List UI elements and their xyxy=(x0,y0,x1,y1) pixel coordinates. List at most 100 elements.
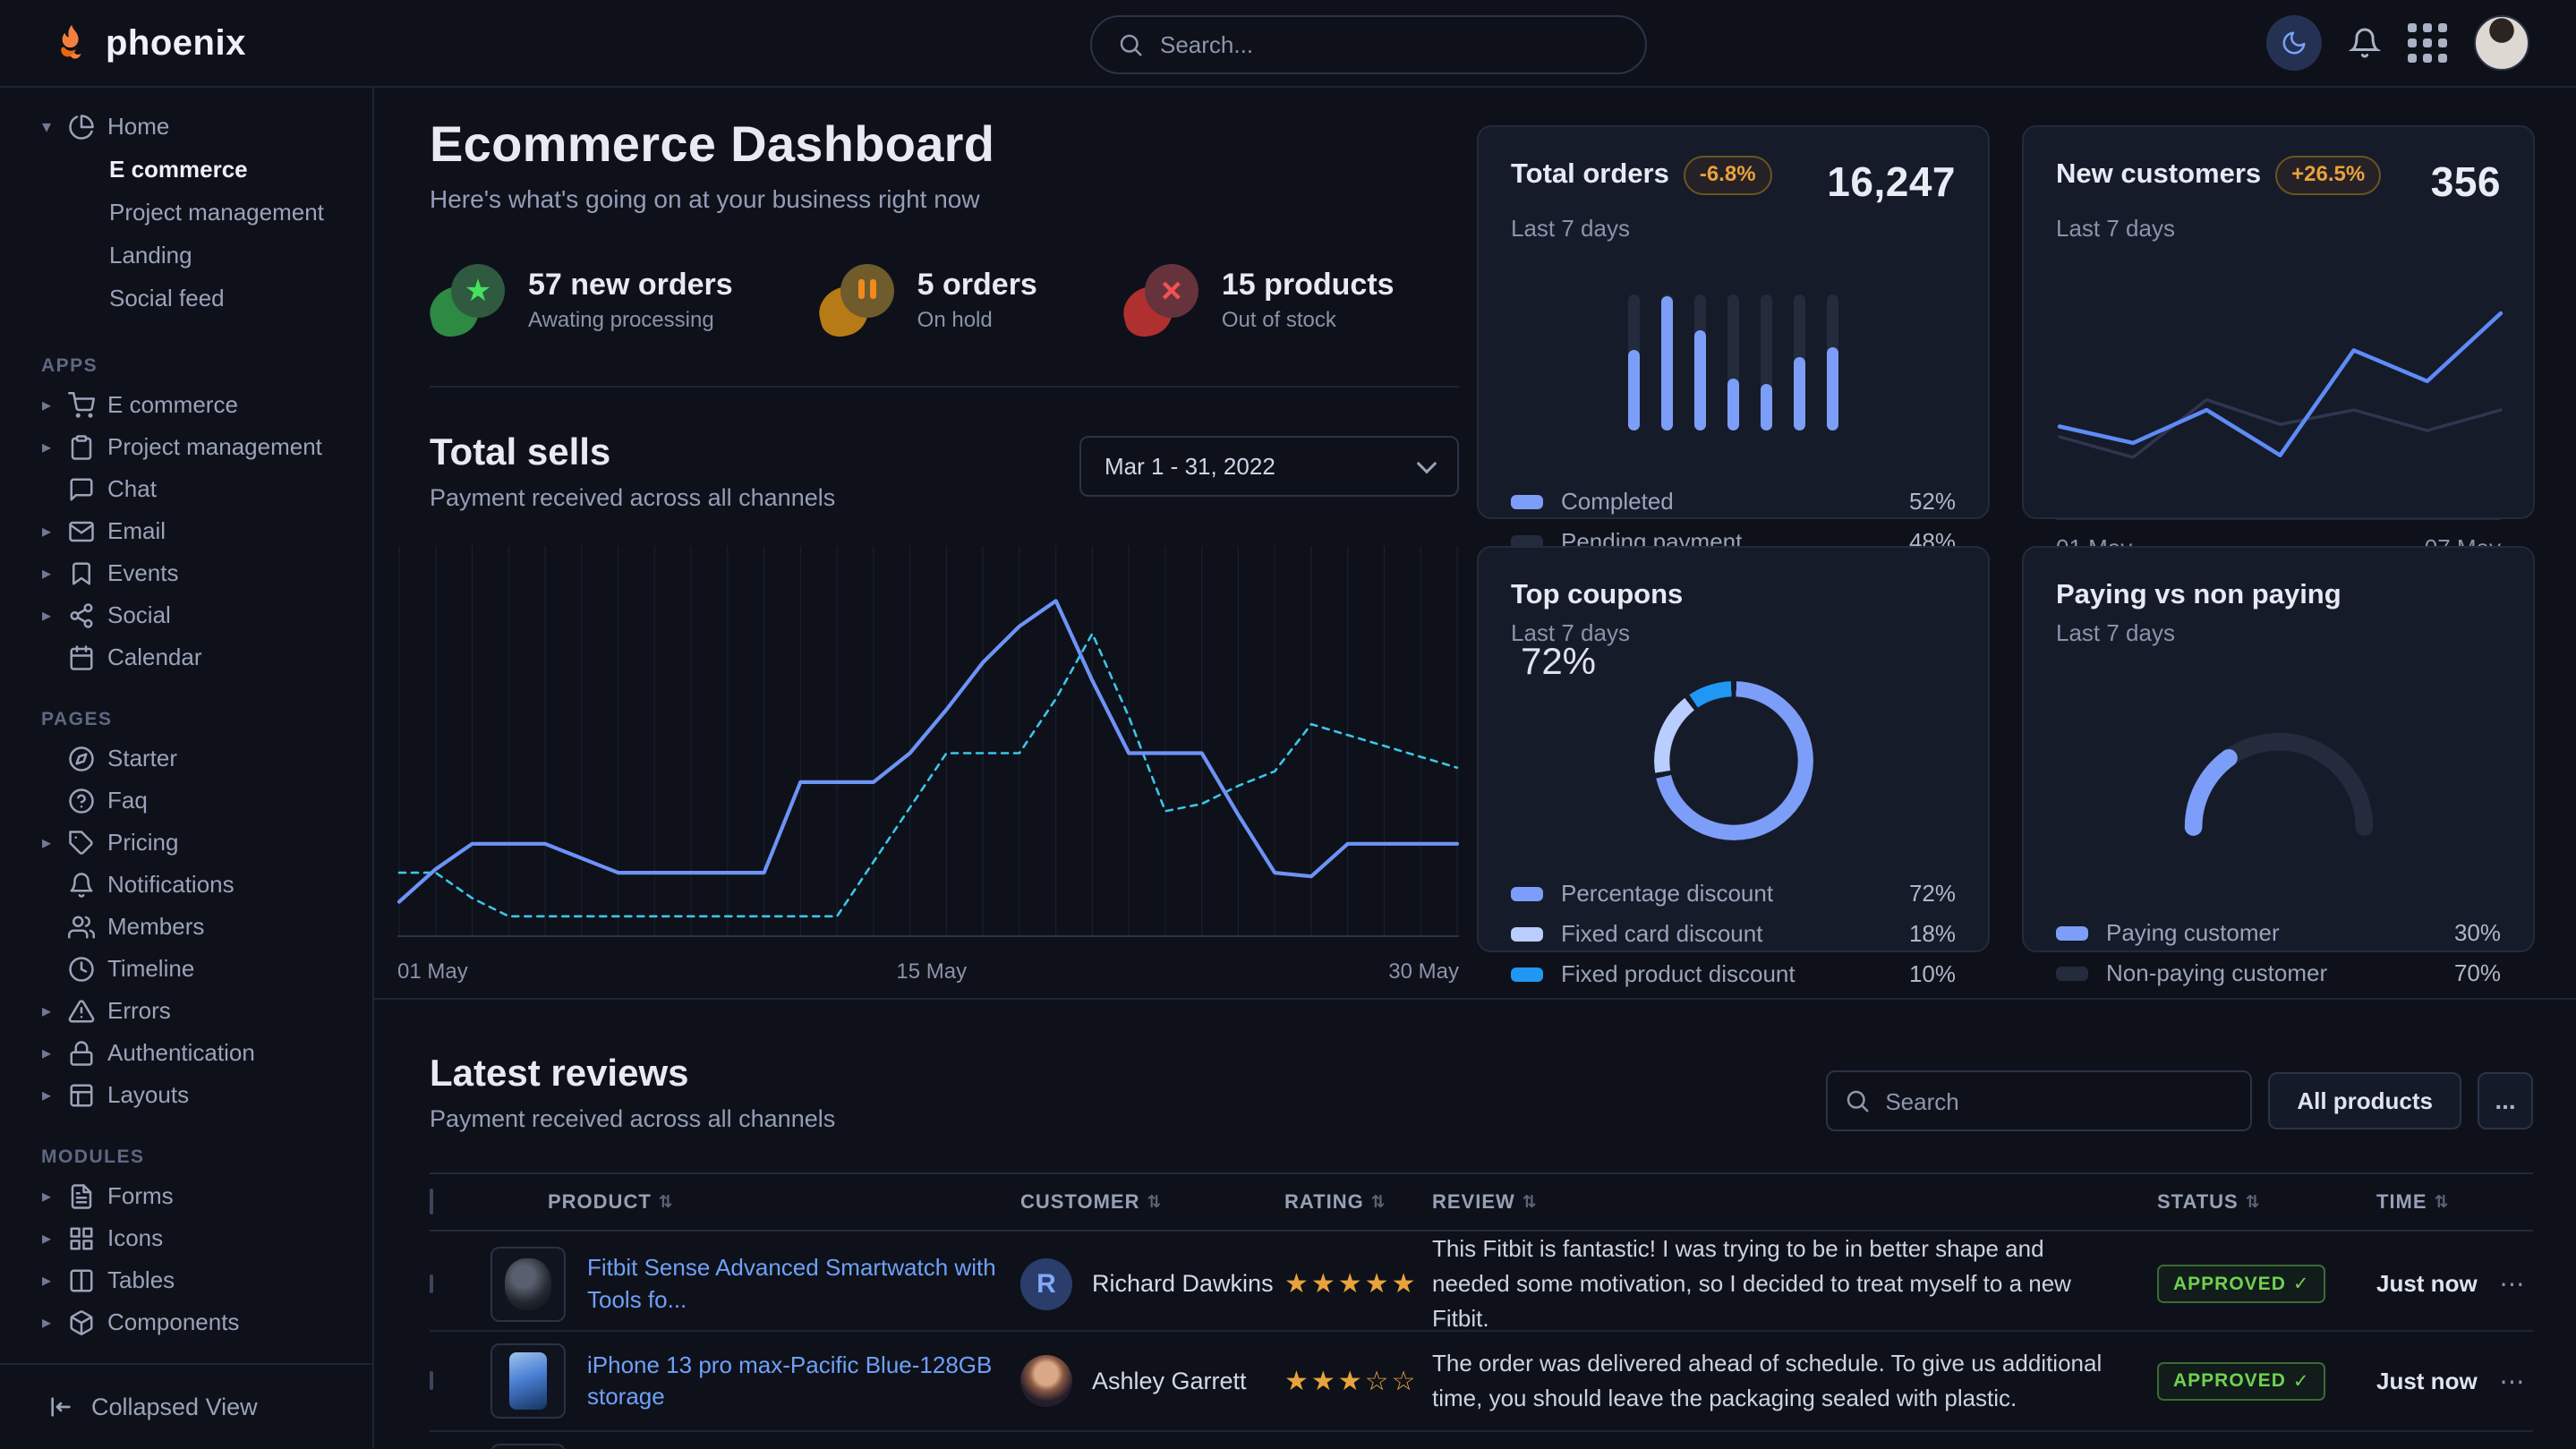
card-title: Total orders xyxy=(1511,158,1669,190)
all-products-button[interactable]: All products xyxy=(2268,1072,2461,1129)
product-thumbnail[interactable] xyxy=(490,1247,566,1322)
sidebar-item-email[interactable]: ▸ Email xyxy=(0,510,372,552)
sidebar-section-pages: PAGES xyxy=(0,702,372,737)
column-header-status[interactable]: STATUS⇅ xyxy=(2157,1190,2376,1214)
sidebar-item-errors[interactable]: ▸ Errors xyxy=(0,990,372,1032)
sidebar-item-social-feed[interactable]: Social feed xyxy=(0,277,372,320)
sidebar-item-label: Icons xyxy=(107,1224,163,1252)
reviews-controls: All products ... xyxy=(1826,1070,2533,1131)
warning-blob-icon xyxy=(819,264,894,336)
caret-right-icon: ▸ xyxy=(38,1269,55,1291)
theme-toggle-button[interactable] xyxy=(2266,15,2322,71)
sidebar-item-authentication[interactable]: ▸ Authentication xyxy=(0,1032,372,1074)
sidebar-item-project-management[interactable]: ▸ Project management xyxy=(0,426,372,468)
sidebar-item-landing[interactable]: Landing xyxy=(0,234,372,277)
caret-right-icon: ▸ xyxy=(38,831,55,854)
date-range-select[interactable]: Mar 1 - 31, 2022 xyxy=(1079,436,1459,497)
row-menu-button[interactable]: ⋯ xyxy=(2491,1367,2533,1396)
sidebar-item-e-commerce[interactable]: ▸ E commerce xyxy=(0,384,372,426)
product-link[interactable]: iPhone 13 pro max-Pacific Blue-128GB sto… xyxy=(587,1350,1020,1412)
order-bar xyxy=(1794,294,1805,430)
reviews-subtitle: Payment received across all channels xyxy=(430,1105,835,1133)
sidebar-item-label: Timeline xyxy=(107,955,194,983)
column-header-time[interactable]: TIME⇅ xyxy=(2376,1190,2491,1214)
reviews-search[interactable] xyxy=(1826,1070,2252,1131)
sidebar: ▾ HomeE commerceProject managementLandin… xyxy=(0,86,374,1449)
sidebar-item-label: Authentication xyxy=(107,1039,255,1067)
share-icon xyxy=(68,602,95,629)
user-avatar[interactable] xyxy=(2474,15,2529,71)
column-header-review[interactable]: REVIEW⇅ xyxy=(1432,1190,2157,1214)
topbar-search[interactable] xyxy=(1090,15,1647,74)
page-title: Ecommerce Dashboard xyxy=(430,115,1459,173)
legend-value: 52% xyxy=(1909,488,1956,516)
change-badge: -6.8% xyxy=(1684,156,1772,195)
sidebar-item-chat[interactable]: Chat xyxy=(0,468,372,510)
column-header-rating[interactable]: RATING⇅ xyxy=(1284,1190,1432,1214)
stat-value: 57 new orders xyxy=(528,268,733,303)
sidebar-item-layouts[interactable]: ▸ Layouts xyxy=(0,1074,372,1116)
sidebar-item-label: Members xyxy=(107,913,204,941)
topbar-search-input[interactable] xyxy=(1158,30,1620,60)
legend-value: 72% xyxy=(1909,880,1956,908)
sidebar-collapse-toggle[interactable]: Collapsed View xyxy=(0,1363,372,1449)
total-sells-header: Total sells Payment received across all … xyxy=(430,430,1459,512)
product-thumbnail[interactable] xyxy=(490,1343,566,1419)
table-row: iPhone 13 pro max-Pacific Blue-128GB sto… xyxy=(430,1332,2533,1432)
rating-stars: ★★★★★ xyxy=(1284,1268,1432,1300)
sidebar-item-tables[interactable]: ▸ Tables xyxy=(0,1259,372,1301)
donut-center-label: 72% xyxy=(1479,582,1638,741)
row-checkbox[interactable] xyxy=(430,1274,433,1293)
legend-label: Paying customer xyxy=(2106,919,2280,947)
lock-icon xyxy=(68,1040,95,1067)
sidebar-item-timeline[interactable]: Timeline xyxy=(0,948,372,990)
sidebar-item-faq[interactable]: Faq xyxy=(0,780,372,822)
sidebar-item-forms[interactable]: ▸ Forms xyxy=(0,1175,372,1217)
sidebar-item-pricing[interactable]: ▸ Pricing xyxy=(0,822,372,864)
sidebar-item-label: Home xyxy=(107,113,169,141)
tag-icon xyxy=(68,830,95,857)
sidebar-item-project-management[interactable]: Project management xyxy=(0,191,372,234)
caret-right-icon: ▸ xyxy=(38,1000,55,1022)
legend-value: 30% xyxy=(2454,919,2501,947)
sidebar-item-members[interactable]: Members xyxy=(0,906,372,948)
notifications-button[interactable] xyxy=(2349,27,2381,59)
sidebar-item-icons[interactable]: ▸ Icons xyxy=(0,1217,372,1259)
layout-icon xyxy=(68,1082,95,1109)
column-header-customer[interactable]: CUSTOMER⇅ xyxy=(1020,1190,1284,1214)
apps-menu-button[interactable] xyxy=(2408,23,2447,63)
legend-value: 70% xyxy=(2454,959,2501,987)
sidebar-item-label: E commerce xyxy=(107,391,238,419)
review-time: Just now xyxy=(2376,1368,2491,1395)
select-all-checkbox[interactable] xyxy=(430,1189,433,1215)
reviews-more-button[interactable]: ... xyxy=(2478,1072,2533,1129)
sidebar-item-notifications[interactable]: Notifications xyxy=(0,864,372,906)
card-period: Last 7 days xyxy=(1511,215,1956,243)
order-stats: ★ 57 new orders Awating processing 5 ord… xyxy=(430,264,1459,336)
stat-subtitle: On hold xyxy=(917,308,1037,333)
brand[interactable]: phoenix xyxy=(0,22,246,64)
sidebar-item-label: Forms xyxy=(107,1182,174,1210)
table-row-partial xyxy=(430,1432,2533,1449)
sidebar-item-components[interactable]: ▸ Components xyxy=(0,1301,372,1343)
reviews-search-input[interactable] xyxy=(1883,1072,2227,1131)
avatar: R xyxy=(1020,1258,1072,1310)
sidebar-item-events[interactable]: ▸ Events xyxy=(0,552,372,594)
calendar-icon xyxy=(68,644,95,671)
compass-icon xyxy=(68,746,95,772)
row-menu-button[interactable]: ⋯ xyxy=(2491,1269,2533,1299)
order-bar xyxy=(1694,294,1706,430)
product-link[interactable]: Fitbit Sense Advanced Smartwatch with To… xyxy=(587,1252,1020,1315)
sidebar-item-e-commerce[interactable]: E commerce xyxy=(0,148,372,191)
customer-name[interactable]: Ashley Garrett xyxy=(1092,1368,1247,1395)
legend-item: Paying customer 30% xyxy=(2056,919,2501,947)
row-checkbox[interactable] xyxy=(430,1371,433,1390)
clipboard-icon xyxy=(68,434,95,461)
customer-name[interactable]: Richard Dawkins xyxy=(1092,1270,1274,1298)
sidebar-item-home[interactable]: ▾ Home xyxy=(0,106,372,148)
sidebar-item-calendar[interactable]: Calendar xyxy=(0,636,372,678)
sidebar-item-social[interactable]: ▸ Social xyxy=(0,594,372,636)
main-content: Ecommerce Dashboard Here's what's going … xyxy=(372,86,2576,1449)
sidebar-item-starter[interactable]: Starter xyxy=(0,737,372,780)
column-header-product[interactable]: PRODUCT⇅ xyxy=(483,1190,1020,1214)
